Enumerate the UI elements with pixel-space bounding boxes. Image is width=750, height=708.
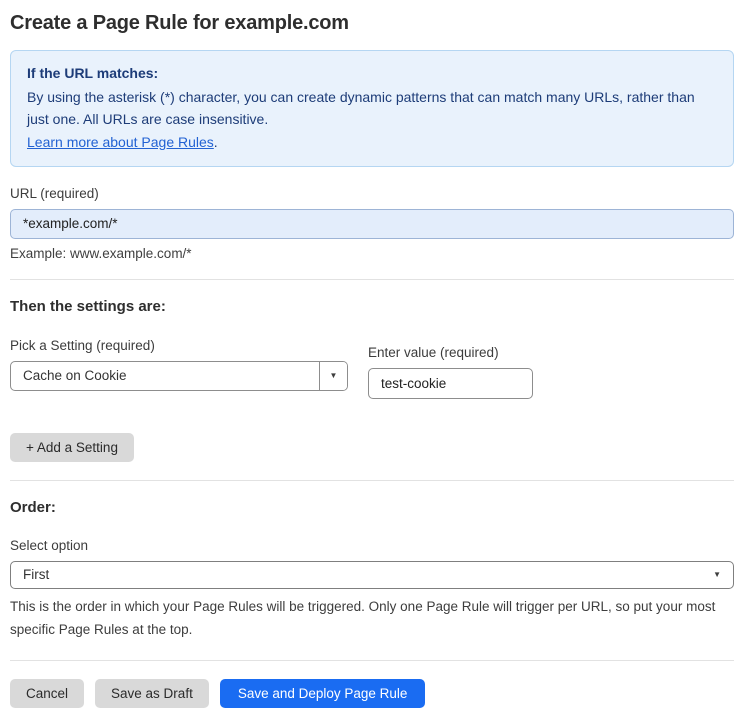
setting-picker-group: Pick a Setting (required) Cache on Cooki…: [10, 338, 348, 399]
save-and-deploy-button[interactable]: Save and Deploy Page Rule: [219, 678, 426, 708]
setting-picker-label: Pick a Setting (required): [10, 337, 155, 353]
save-as-draft-button[interactable]: Save as Draft: [95, 678, 209, 708]
setting-value-input[interactable]: [368, 367, 533, 399]
add-setting-button[interactable]: + Add a Setting: [10, 432, 134, 462]
setting-picker-arrow-button[interactable]: ▼: [319, 361, 347, 390]
settings-row: Pick a Setting (required) Cache on Cooki…: [10, 338, 734, 399]
order-selected-value: First: [23, 567, 50, 583]
setting-picker-selected-value: Cache on Cookie: [23, 368, 127, 384]
settings-section-heading: Then the settings are:: [10, 297, 166, 315]
chevron-down-icon: ▼: [713, 570, 721, 580]
setting-picker-dropdown[interactable]: Cache on Cookie ▼: [10, 360, 348, 391]
section-divider: [10, 278, 734, 280]
footer-divider: [10, 659, 734, 661]
order-helper-text: This is the order in which your Page Rul…: [10, 598, 716, 638]
footer-button-row: Cancel Save as Draft Save and Deploy Pag…: [10, 678, 734, 708]
setting-value-group: Enter value (required): [368, 345, 533, 399]
url-match-info-box: If the URL matches: By using the asteris…: [10, 50, 734, 167]
chevron-down-icon: ▼: [329, 371, 338, 381]
info-box-body: By using the asterisk (*) character, you…: [27, 88, 695, 128]
link-suffix-text: .: [213, 134, 218, 151]
page-title: Create a Page Rule for example.com: [10, 12, 349, 34]
learn-more-link[interactable]: Learn more about Page Rules: [27, 134, 214, 150]
create-page-rule-form: Create a Page Rule for example.com If th…: [0, 0, 750, 708]
order-select-label: Select option: [10, 537, 89, 553]
cancel-button[interactable]: Cancel: [10, 678, 85, 708]
order-select[interactable]: First ▼: [10, 560, 734, 589]
url-input[interactable]: [10, 208, 734, 239]
order-section-heading: Order:: [10, 498, 56, 516]
setting-value-label: Enter value (required): [368, 344, 499, 360]
url-field-label: URL (required): [10, 185, 99, 201]
section-divider: [10, 479, 734, 481]
info-box-heading: If the URL matches:: [27, 65, 159, 81]
order-select-group: Select option First ▼ This is the order …: [10, 538, 734, 642]
info-box-link-row: Learn more about Page Rules.: [27, 131, 717, 154]
url-field-helper: Example: www.example.com/*: [10, 245, 192, 261]
